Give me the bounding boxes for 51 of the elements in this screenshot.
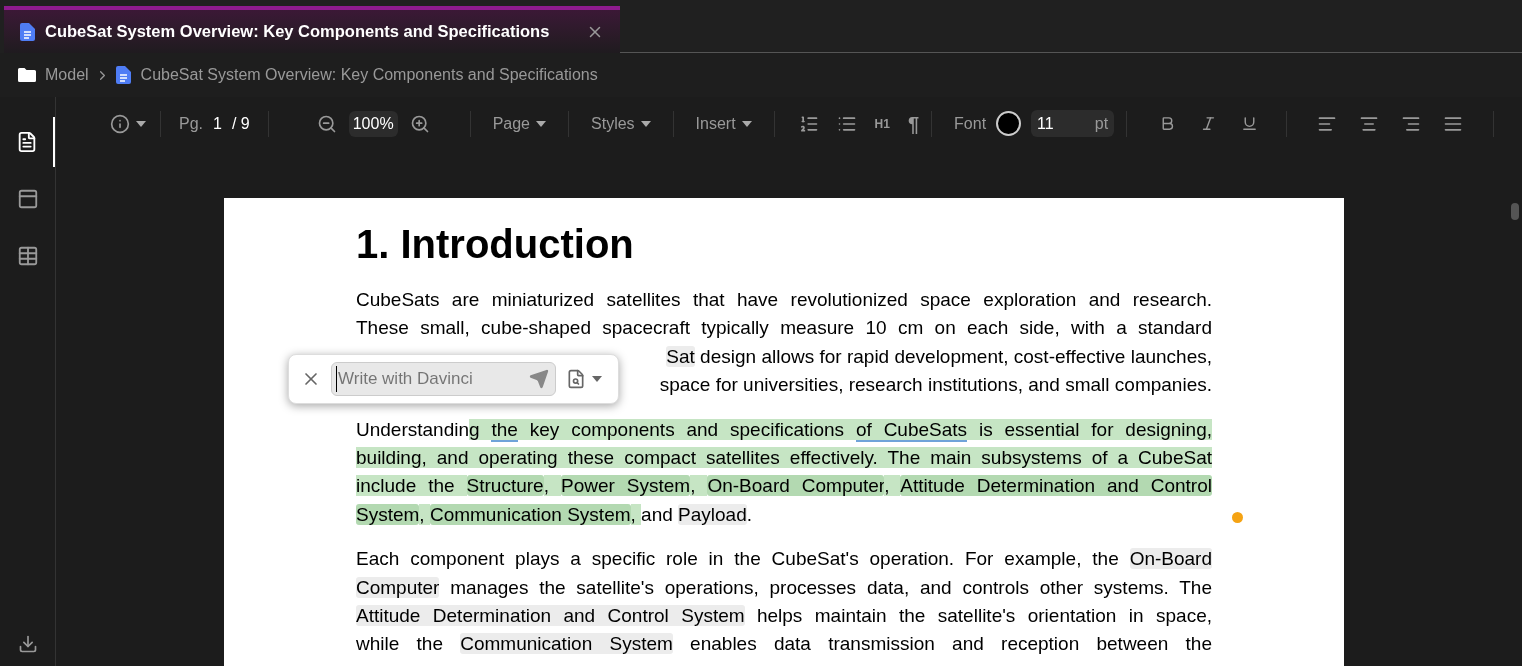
text-line: Sat design allows for rapid development, cost-effective launches,: [666, 344, 1212, 369]
caret-icon: [741, 120, 752, 127]
page-number[interactable]: 1: [209, 111, 226, 136]
panel-icon: [16, 188, 39, 210]
heading-button[interactable]: H1: [874, 114, 890, 133]
scrollbar-thumb[interactable]: [1511, 203, 1519, 220]
font-size-field[interactable]: 11 pt: [1031, 110, 1115, 137]
text-line: include the Structure, Power System, On-Board Computer, Attitude Determination and Control: [356, 474, 1212, 499]
document-icon: [115, 66, 131, 84]
text-line: CubeSats are miniaturized satellites that have revolutionized space exploration and research.: [356, 288, 1212, 312]
font-color-swatch[interactable]: [996, 111, 1022, 136]
section-heading: 1. Introduction: [356, 221, 634, 268]
context-button[interactable]: [566, 369, 602, 389]
table-icon: [16, 245, 39, 267]
tab-title: CubeSat System Overview: Key Components and Specifications: [45, 21, 551, 43]
info-icon: [110, 113, 130, 134]
text-line: while the Communication System enables data transmission and reception between the: [356, 632, 1212, 657]
menu-button[interactable]: Insert: [685, 111, 762, 136]
prompt-field[interactable]: Write with Davinci: [331, 362, 556, 396]
menu-button[interactable]: Styles: [581, 111, 661, 136]
caret-icon: [592, 376, 602, 382]
comment-marker[interactable]: [1232, 512, 1243, 524]
text-line: Attitude Determination and Control System helps maintain the satellite's orientation in space,: [356, 604, 1212, 629]
document-icon: [20, 22, 35, 41]
text-line: Computer manages the satellite's operations, processes data, and controls other systems. The: [356, 575, 1212, 600]
text-line: Each component plays a specific role in the CubeSat's operation. For example, the On-Board: [356, 547, 1212, 572]
underline-icon[interactable]: [1241, 115, 1259, 132]
text-line: These small, cube-shaped spacecraft typically measure 10 cm on each side, with a standard: [356, 316, 1212, 341]
text-line: System, Communication System, and Payload.: [356, 502, 754, 527]
folder-icon: [18, 68, 36, 82]
file-search-icon: [566, 369, 586, 389]
download-icon[interactable]: [17, 634, 38, 654]
page-label: Pg.: [179, 113, 203, 134]
font-unit: pt: [1094, 113, 1109, 134]
text-line: space for universities, research institutions, and small companies.: [659, 373, 1212, 398]
caret-icon: [136, 120, 146, 127]
send-icon[interactable]: [529, 369, 549, 389]
zoom-level[interactable]: 100%: [348, 110, 398, 137]
font-label: Font: [954, 113, 987, 134]
paragraph-button[interactable]: ¶: [907, 108, 920, 139]
caret-icon: [640, 120, 651, 127]
caret-icon: [536, 120, 546, 127]
zoom-in-icon[interactable]: [409, 113, 430, 134]
breadcrumb-item[interactable]: Model: [45, 63, 89, 87]
document-tab[interactable]: CubeSat System Overview: Key Components and Specifications: [4, 6, 620, 53]
breadcrumb-item[interactable]: CubeSat System Overview: Key Components and Specifications: [140, 63, 598, 87]
text-line: Understanding the key components and specifications of CubeSats is essential for designing,: [356, 417, 1212, 444]
zoom-out-icon[interactable]: [316, 113, 337, 134]
menu-button[interactable]: Page: [482, 111, 556, 136]
info-button[interactable]: [108, 113, 148, 134]
page-total: / 9: [231, 113, 250, 134]
